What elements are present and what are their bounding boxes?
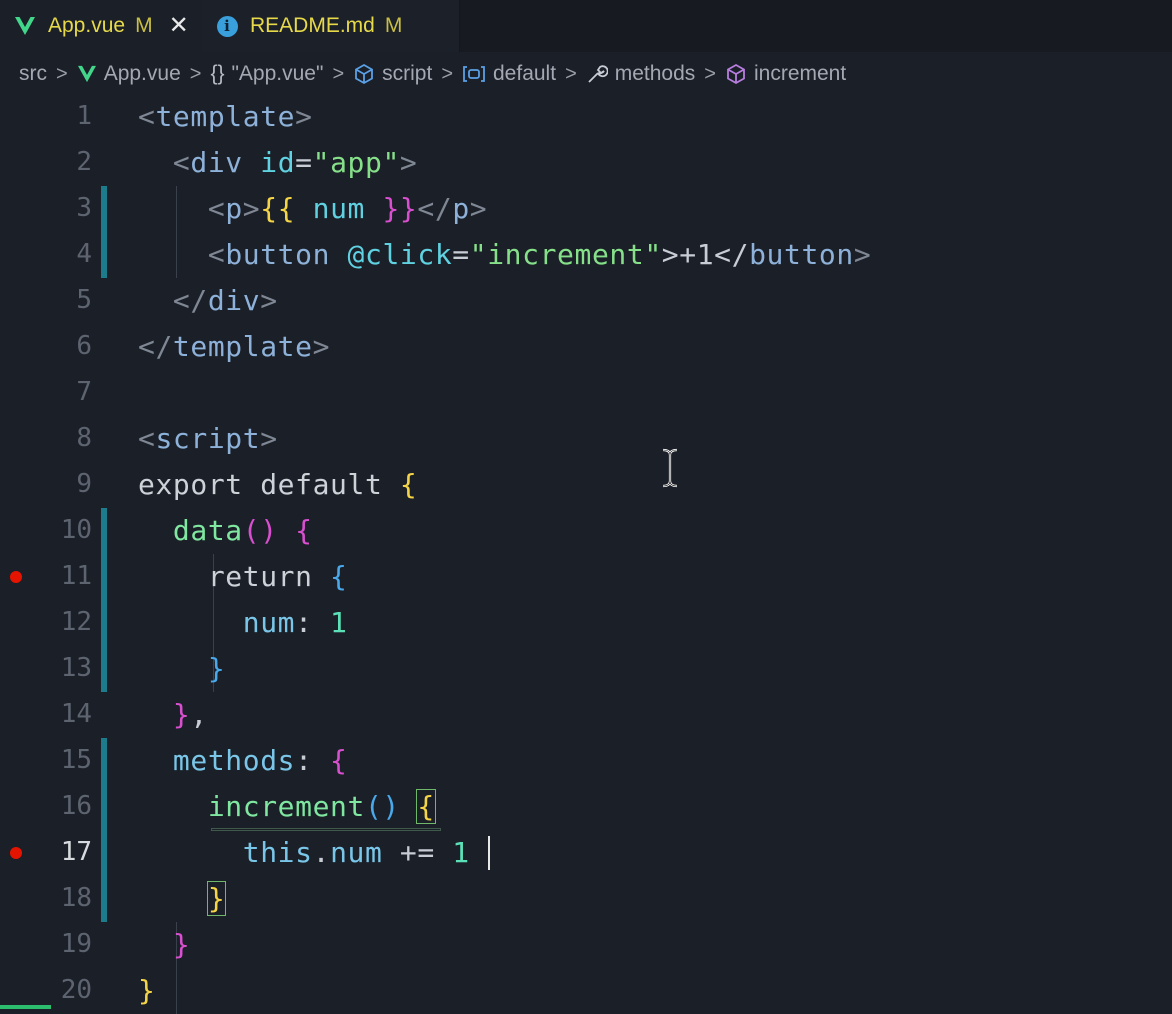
cube-icon (353, 63, 375, 85)
vue-icon (77, 65, 97, 83)
text-cursor (488, 836, 490, 870)
breakpoint-dot[interactable] (10, 847, 22, 859)
breadcrumb-item-module[interactable]: "App.vue" (231, 62, 323, 86)
code-line: 6 </template> (0, 324, 1172, 370)
code-line: 5 </div> (0, 278, 1172, 324)
tab-bar: App.vue M ✕ i README.md M (0, 0, 1172, 52)
code-line: 15 methods: { (0, 738, 1172, 784)
line-number: 18 (60, 883, 92, 913)
code-line: 9 export default { (0, 462, 1172, 508)
tab-label: README.md (250, 14, 375, 37)
info-icon: i (216, 15, 238, 37)
method-cube-icon (725, 63, 747, 85)
line-number: 11 (60, 561, 92, 591)
chevron-right-icon: > (56, 62, 68, 85)
line-number: 15 (60, 745, 92, 775)
chevron-right-icon: > (332, 62, 345, 85)
line-number: 6 (76, 331, 92, 361)
code-line: 19 } (0, 922, 1172, 968)
code-line: 2 <div id="app"> (0, 140, 1172, 186)
code-line: 11 return { (0, 554, 1172, 600)
line-number: 20 (60, 975, 92, 1005)
modified-badge: M (384, 14, 403, 37)
modified-badge: M (135, 14, 153, 37)
breakpoint-dot[interactable] (10, 571, 22, 583)
line-number: 7 (76, 377, 92, 407)
code-line: 12 num: 1 (0, 600, 1172, 646)
line-number: 8 (76, 423, 92, 453)
line-number: 3 (76, 193, 92, 223)
braces-icon: {} (210, 62, 225, 85)
line-number: 13 (60, 653, 92, 683)
tab-label: App.vue (48, 14, 126, 37)
line-number: 17 (60, 837, 92, 867)
line-number: 5 (76, 285, 92, 315)
wrench-icon (586, 63, 608, 85)
breadcrumb-item-src[interactable]: src (19, 62, 47, 86)
ibeam-cursor-icon (660, 448, 680, 493)
line-number: 1 (76, 101, 92, 131)
code-line: 10 data() { (0, 508, 1172, 554)
chevron-right-icon: > (441, 62, 453, 85)
code-line: 18 } (0, 876, 1172, 922)
line-number: 4 (76, 239, 92, 269)
code-line: 17 this.num += 1 (0, 830, 1172, 876)
breadcrumb: src > App.vue > {} "App.vue" > script > … (19, 58, 846, 90)
code-line: 4 <button @click="increment">+1</button> (0, 232, 1172, 278)
variable-icon (462, 64, 486, 84)
line-number: 10 (60, 515, 92, 545)
breadcrumb-item-methods[interactable]: methods (615, 62, 696, 86)
code-line: 8 <script> (0, 416, 1172, 462)
breadcrumb-item-app-vue[interactable]: App.vue (104, 62, 181, 86)
chevron-right-icon: > (704, 62, 716, 85)
chevron-right-icon: > (565, 62, 577, 85)
line-number: 9 (76, 469, 92, 499)
vue-icon (14, 16, 36, 36)
breadcrumb-item-default[interactable]: default (493, 62, 556, 86)
code-line: 16 increment() { (0, 784, 1172, 830)
code-line: 7 (0, 370, 1172, 416)
breadcrumb-item-increment[interactable]: increment (754, 62, 846, 86)
line-number: 16 (60, 791, 92, 821)
breadcrumb-item-script[interactable]: script (382, 62, 432, 86)
line-number: 19 (60, 929, 92, 959)
line-number: 2 (76, 147, 92, 177)
code-line: 3 <p>{{ num }}</p> (0, 186, 1172, 232)
code-line: 20 } (0, 968, 1172, 1014)
code-line: 13 } (0, 646, 1172, 692)
close-icon[interactable]: ✕ (169, 14, 189, 38)
tab-readme[interactable]: i README.md M (202, 0, 460, 52)
code-line: 14 }, (0, 692, 1172, 738)
status-progress-bar (0, 1005, 51, 1009)
line-number: 12 (60, 607, 92, 637)
code-line: 1 <template> (0, 94, 1172, 140)
line-number: 14 (60, 699, 92, 729)
tab-app-vue[interactable]: App.vue M ✕ (0, 0, 202, 52)
chevron-right-icon: > (189, 62, 202, 85)
